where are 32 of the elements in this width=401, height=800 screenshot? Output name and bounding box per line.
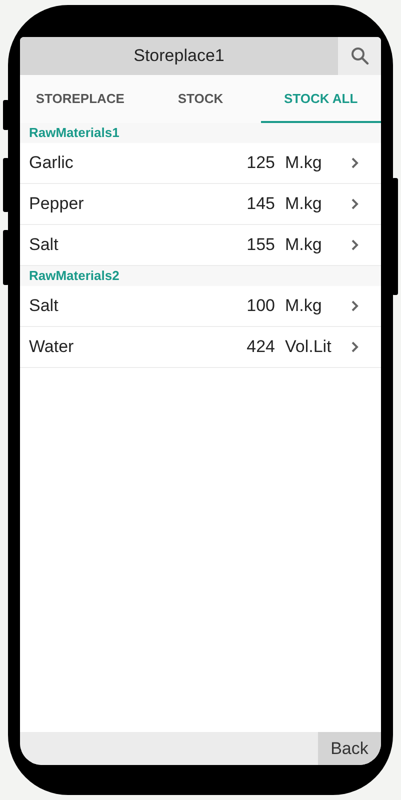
search-button[interactable] [338, 37, 381, 75]
stock-row[interactable]: Salt 100 M.kg [20, 286, 381, 327]
header-title: Storeplace1 [20, 37, 338, 75]
item-unit: M.kg [285, 194, 323, 214]
chevron-icon [351, 198, 359, 210]
stock-row[interactable]: Water 424 Vol.Lit [20, 327, 381, 368]
chevron-icon [351, 157, 359, 169]
item-quantity: 125 [246, 153, 276, 173]
item-unit: M.kg [285, 153, 323, 173]
chevron-icon [351, 341, 359, 353]
chevron-icon [351, 300, 359, 312]
item-quantity: 424 [246, 337, 276, 357]
item-unit: M.kg [285, 296, 323, 316]
stock-row[interactable]: Pepper 145 M.kg [20, 184, 381, 225]
item-quantity: 155 [246, 235, 276, 255]
item-name: Water [29, 337, 75, 357]
item-name: Salt [29, 235, 60, 255]
chevron-icon [351, 239, 359, 251]
stock-row[interactable]: Garlic 125 M.kg [20, 143, 381, 184]
item-quantity: 100 [246, 296, 276, 316]
item-name: Garlic [29, 153, 74, 173]
back-button[interactable]: Back [318, 732, 381, 765]
tab[interactable]: STOREPLACE [20, 75, 140, 123]
group-header: RawMaterials1 [20, 123, 381, 143]
item-name: Pepper [29, 194, 85, 214]
item-name: Salt [29, 296, 60, 316]
item-quantity: 145 [246, 194, 276, 214]
group-header: RawMaterials2 [20, 266, 381, 286]
search-icon [350, 47, 368, 65]
item-unit: M.kg [285, 235, 323, 255]
item-unit: Vol.Lit [285, 337, 332, 357]
tab[interactable]: STOCK [140, 75, 261, 123]
